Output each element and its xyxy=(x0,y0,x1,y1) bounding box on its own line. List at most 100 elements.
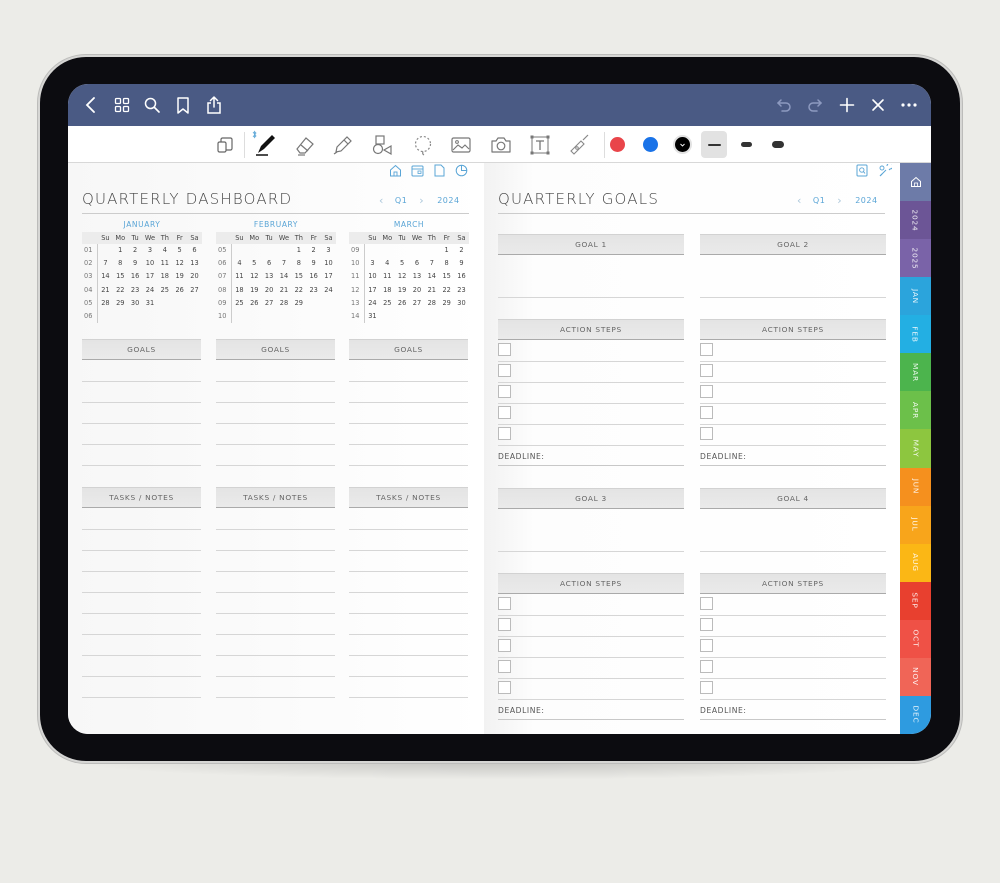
day-cell[interactable]: 17 xyxy=(143,270,158,283)
bookmark-icon[interactable] xyxy=(172,94,194,116)
day-cell[interactable]: 12 xyxy=(247,270,262,283)
goal-writing-line[interactable] xyxy=(216,402,335,403)
day-cell[interactable]: 24 xyxy=(143,284,158,297)
back-icon[interactable] xyxy=(80,94,102,116)
task-writing-line[interactable] xyxy=(82,592,201,593)
task-writing-line[interactable] xyxy=(82,571,201,572)
side-tab-apr[interactable]: APR xyxy=(900,391,931,430)
task-writing-line[interactable] xyxy=(349,634,468,635)
side-tab-dec[interactable]: DEC xyxy=(900,695,931,734)
action-step-line[interactable] xyxy=(498,657,684,658)
action-step-line[interactable] xyxy=(700,361,886,362)
action-step-line[interactable] xyxy=(498,424,684,425)
side-tab-sep[interactable]: SEP xyxy=(900,581,931,620)
week-number[interactable]: 14 xyxy=(349,309,365,324)
action-step-line[interactable] xyxy=(700,424,886,425)
day-cell[interactable]: 16 xyxy=(306,270,321,283)
stroke-size-medium[interactable] xyxy=(733,131,759,158)
camera-icon[interactable] xyxy=(489,133,513,157)
prev-quarter-button[interactable]: ‹ xyxy=(379,194,384,207)
day-cell[interactable]: 19 xyxy=(395,284,410,297)
day-cell[interactable]: 2 xyxy=(306,244,321,257)
day-cell[interactable]: 21 xyxy=(424,284,439,297)
goal-writing-line[interactable] xyxy=(349,381,468,382)
action-step-line[interactable] xyxy=(498,699,684,700)
page-layout-icon[interactable] xyxy=(213,133,237,157)
week-number[interactable]: 05 xyxy=(216,244,232,258)
week-number[interactable]: 01 xyxy=(82,244,98,258)
add-page-icon[interactable] xyxy=(836,94,858,116)
goal-writing-line[interactable] xyxy=(498,297,684,298)
action-step-checkbox[interactable] xyxy=(700,427,713,440)
day-cell[interactable]: 22 xyxy=(439,284,454,297)
deadline-line[interactable] xyxy=(498,719,684,720)
action-step-line[interactable] xyxy=(700,678,886,679)
task-writing-line[interactable] xyxy=(82,529,201,530)
task-writing-line[interactable] xyxy=(349,655,468,656)
day-cell[interactable]: 14 xyxy=(424,270,439,283)
day-cell[interactable]: 14 xyxy=(277,270,292,283)
week-number[interactable]: 07 xyxy=(216,270,232,284)
deadline-line[interactable] xyxy=(498,465,684,466)
action-step-checkbox[interactable] xyxy=(498,427,511,440)
side-tab-nov[interactable]: NOV xyxy=(900,657,931,696)
pie-chart-icon[interactable] xyxy=(454,163,469,178)
day-cell[interactable]: 31 xyxy=(365,310,380,323)
action-step-line[interactable] xyxy=(700,403,886,404)
action-step-line[interactable] xyxy=(498,382,684,383)
task-writing-line[interactable] xyxy=(349,676,468,677)
action-step-line[interactable] xyxy=(700,657,886,658)
day-cell[interactable]: 23 xyxy=(454,284,469,297)
week-number[interactable]: 11 xyxy=(349,270,365,284)
day-cell[interactable]: 18 xyxy=(380,284,395,297)
action-step-checkbox[interactable] xyxy=(700,639,713,652)
day-cell[interactable]: 26 xyxy=(172,284,187,297)
laser-pointer-icon[interactable] xyxy=(567,133,591,157)
image-icon[interactable] xyxy=(449,133,473,157)
day-cell[interactable]: 13 xyxy=(262,270,277,283)
goal-writing-line[interactable] xyxy=(82,381,201,382)
week-number[interactable]: 04 xyxy=(82,283,98,297)
action-step-line[interactable] xyxy=(700,615,886,616)
day-cell[interactable]: 30 xyxy=(128,297,143,310)
quarter-label[interactable]: Q1 xyxy=(813,196,825,205)
day-cell[interactable]: 18 xyxy=(232,284,247,297)
quarter-label[interactable]: Q1 xyxy=(395,196,407,205)
action-step-line[interactable] xyxy=(498,615,684,616)
deadline-line[interactable] xyxy=(700,465,886,466)
day-cell[interactable]: 18 xyxy=(157,270,172,283)
day-cell[interactable]: 22 xyxy=(113,284,128,297)
side-tab-2024[interactable]: 2024 xyxy=(900,201,931,240)
day-cell[interactable]: 30 xyxy=(454,297,469,310)
page-icon[interactable] xyxy=(432,163,447,178)
day-cell[interactable]: 8 xyxy=(113,257,128,270)
side-tab-feb[interactable]: FEB xyxy=(900,315,931,354)
day-cell[interactable]: 1 xyxy=(439,244,454,257)
share-icon[interactable] xyxy=(203,94,225,116)
day-cell[interactable]: 31 xyxy=(143,297,158,310)
task-writing-line[interactable] xyxy=(216,550,335,551)
day-cell[interactable]: 10 xyxy=(143,257,158,270)
action-step-checkbox[interactable] xyxy=(498,406,511,419)
week-number[interactable]: 10 xyxy=(349,257,365,271)
day-cell[interactable]: 20 xyxy=(262,284,277,297)
day-cell[interactable]: 28 xyxy=(424,297,439,310)
lasso-icon[interactable] xyxy=(411,133,435,157)
day-cell[interactable]: 25 xyxy=(157,284,172,297)
search-icon[interactable] xyxy=(141,94,163,116)
day-cell[interactable]: 9 xyxy=(454,257,469,270)
task-writing-line[interactable] xyxy=(216,529,335,530)
year-link[interactable]: 2024 xyxy=(855,196,877,205)
day-cell[interactable]: 26 xyxy=(395,297,410,310)
grid-icon[interactable] xyxy=(111,94,133,116)
day-cell[interactable]: 12 xyxy=(172,257,187,270)
action-step-line[interactable] xyxy=(700,445,886,446)
day-cell[interactable]: 15 xyxy=(113,270,128,283)
action-step-line[interactable] xyxy=(498,636,684,637)
close-icon[interactable] xyxy=(867,94,889,116)
search-page-icon[interactable] xyxy=(854,163,869,178)
stroke-size-thick[interactable] xyxy=(765,131,791,158)
day-cell[interactable]: 24 xyxy=(321,284,336,297)
side-tab-mar[interactable]: MAR xyxy=(900,353,931,392)
side-tab-jun[interactable]: JUN xyxy=(900,467,931,506)
